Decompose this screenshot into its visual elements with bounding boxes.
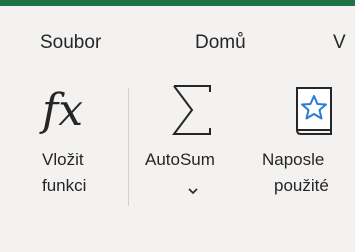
recently-used-label-line2: použité <box>274 176 329 195</box>
autosum-label: AutoSum <box>145 150 215 169</box>
sigma-icon <box>172 85 211 135</box>
fx-icon: fx <box>42 85 84 136</box>
insert-function-label-line2: funkci <box>42 176 87 195</box>
tab-file[interactable]: Soubor <box>40 32 101 54</box>
chevron-down-icon[interactable] <box>187 186 199 196</box>
ribbon-group-divider <box>128 88 129 206</box>
tab-home[interactable]: Domů <box>195 32 246 54</box>
insert-function-label-line1: Vložit <box>42 150 84 169</box>
ribbon-accent-bar <box>0 0 355 6</box>
star-book-icon <box>296 87 332 135</box>
tab-partial[interactable]: V <box>333 32 346 54</box>
recently-used-label-line1: Naposle <box>262 150 325 169</box>
